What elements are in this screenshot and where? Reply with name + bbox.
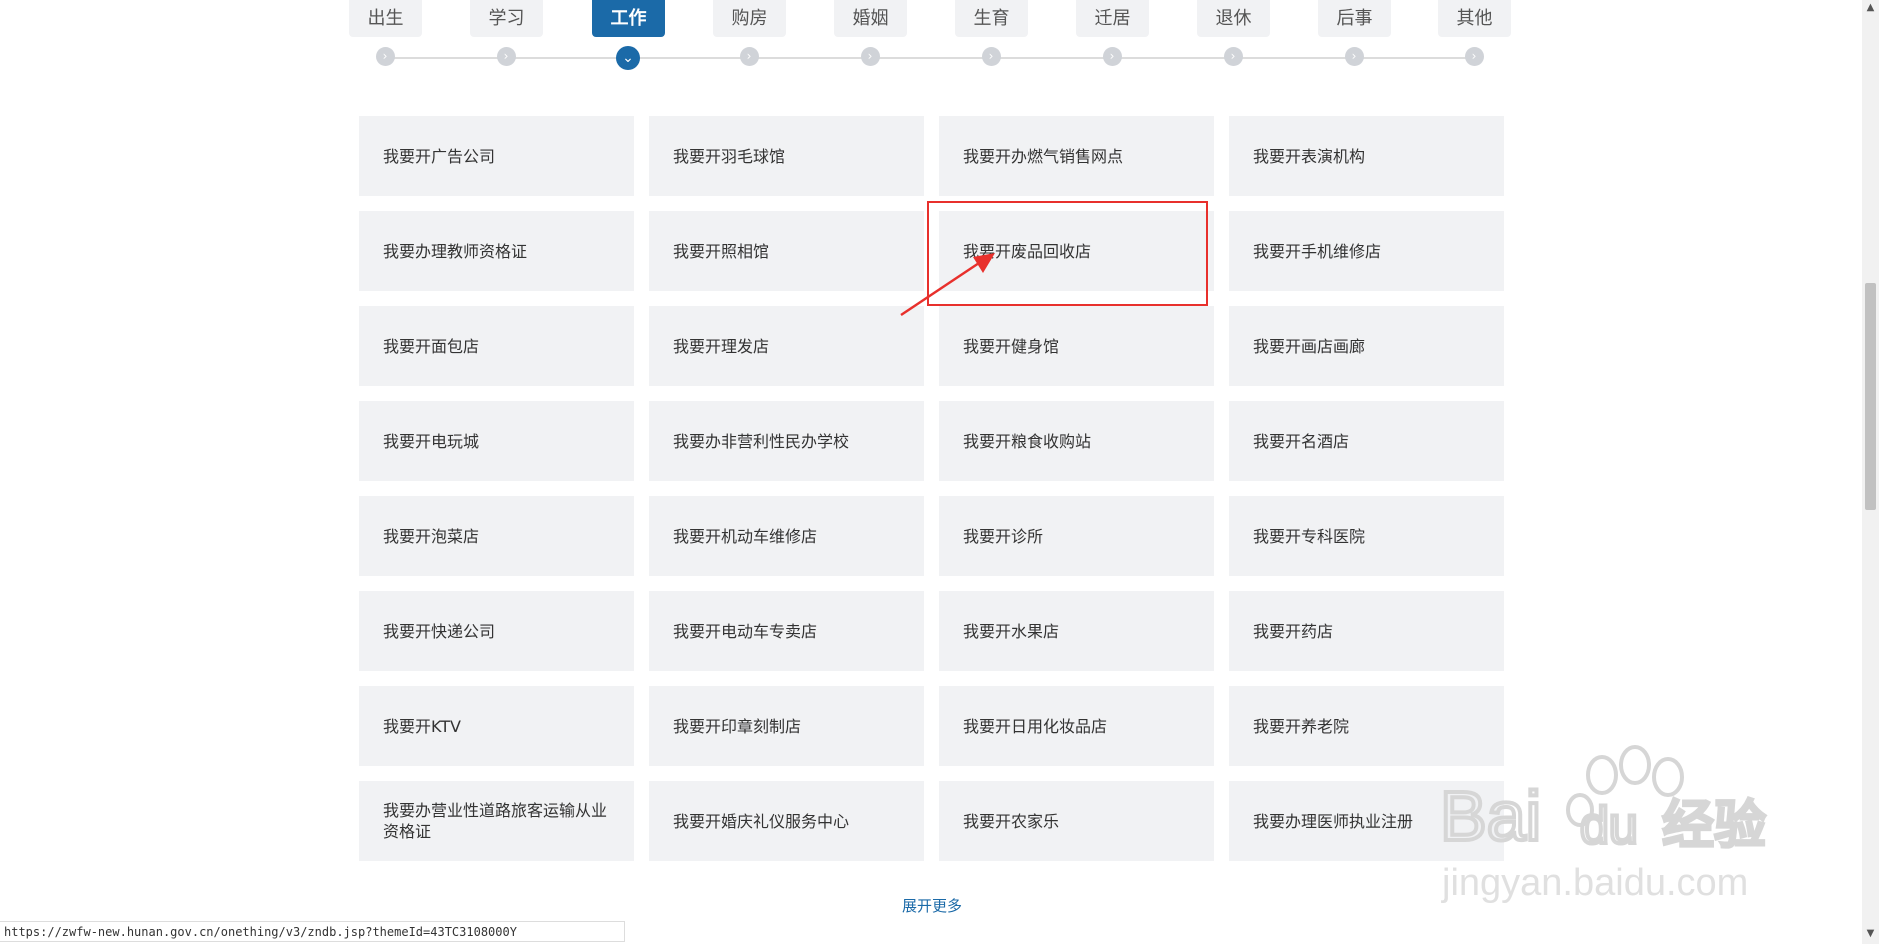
timeline-dot-chevron-right-icon[interactable]: › (1344, 47, 1364, 66)
tab-5[interactable]: 生育 (955, 0, 1028, 37)
timeline-dot-chevron-right-icon[interactable]: › (739, 47, 759, 66)
tab-3[interactable]: 购房 (713, 0, 786, 37)
timeline-dot-chevron-right-icon[interactable]: › (1102, 47, 1122, 66)
scrollbar-thumb[interactable] (1865, 283, 1876, 510)
tab-6[interactable]: 迁居 (1076, 0, 1149, 37)
service-card[interactable]: 我要开专科医院 (1229, 496, 1504, 576)
service-card[interactable]: 我要开画店画廊 (1229, 306, 1504, 386)
service-card[interactable]: 我要开广告公司 (359, 116, 634, 196)
tab-4[interactable]: 婚姻 (834, 0, 907, 37)
timeline-line (386, 57, 1474, 59)
service-card[interactable]: 我要办非营利性民办学校 (649, 401, 924, 481)
service-card[interactable]: 我要开快递公司 (359, 591, 634, 671)
annotation-arrow-icon (900, 253, 995, 317)
service-card[interactable]: 我要开照相馆 (649, 211, 924, 291)
service-card[interactable]: 我要办营业性道路旅客运输从业资格证 (359, 781, 634, 861)
service-card[interactable]: 我要开泡菜店 (359, 496, 634, 576)
service-card[interactable]: 我要开表演机构 (1229, 116, 1504, 196)
status-bar-url: https://zwfw-new.hunan.gov.cn/onething/v… (0, 921, 625, 942)
life-stage-tabs: 出生 学习 工作 购房 婚姻 生育 迁居 退休 后事 其他 (0, 0, 1879, 40)
tab-0[interactable]: 出生 (349, 0, 422, 37)
timeline-dot-chevron-right-icon[interactable]: › (375, 47, 395, 66)
timeline-dot-active-chevron-down-icon[interactable]: ⌄ (616, 46, 640, 70)
service-card[interactable]: 我要开名酒店 (1229, 401, 1504, 481)
timeline-dot-chevron-right-icon[interactable]: › (496, 47, 516, 66)
service-card[interactable]: 我要开印章刻制店 (649, 686, 924, 766)
service-grid: 我要开广告公司 我要开羽毛球馆 我要开办燃气销售网点 我要开表演机构我要办理教师资格证… (359, 116, 1504, 861)
scroll-down-icon[interactable]: ▼ (1865, 928, 1876, 942)
expand-more-link[interactable]: 展开更多 (902, 895, 962, 916)
tab-2[interactable]: 工作 (592, 0, 665, 37)
service-card[interactable]: 我要开电动车专卖店 (649, 591, 924, 671)
service-card[interactable]: 我要开药店 (1229, 591, 1504, 671)
service-card[interactable]: 我要开粮食收购站 (939, 401, 1214, 481)
service-card[interactable]: 我要开水果店 (939, 591, 1214, 671)
tab-8[interactable]: 后事 (1318, 0, 1391, 37)
service-card[interactable]: 我要开KTV (359, 686, 634, 766)
timeline-dot-chevron-right-icon[interactable]: › (1464, 47, 1484, 66)
service-card[interactable]: 我要开办燃气销售网点 (939, 116, 1214, 196)
service-card[interactable]: 我要开理发店 (649, 306, 924, 386)
service-card[interactable]: 我要开婚庆礼仪服务中心 (649, 781, 924, 861)
service-card[interactable]: 我要办理医师执业注册 (1229, 781, 1504, 861)
svg-text:经验: 经验 (1662, 796, 1766, 856)
timeline-dot-chevron-right-icon[interactable]: › (981, 47, 1001, 66)
service-card[interactable]: 我要开面包店 (359, 306, 634, 386)
service-card[interactable]: 我要开机动车维修店 (649, 496, 924, 576)
timeline-dot-chevron-right-icon[interactable]: › (860, 47, 880, 66)
service-card[interactable]: 我要开日用化妆品店 (939, 686, 1214, 766)
svg-text:jingyan.baidu.com: jingyan.baidu.com (1441, 862, 1748, 904)
service-card[interactable]: 我要开手机维修店 (1229, 211, 1504, 291)
service-card[interactable]: 我要开羽毛球馆 (649, 116, 924, 196)
tab-1[interactable]: 学习 (470, 0, 543, 37)
scroll-up-icon[interactable]: ▲ (1865, 2, 1876, 16)
service-card[interactable]: 我要办理教师资格证 (359, 211, 634, 291)
service-card[interactable]: 我要开养老院 (1229, 686, 1504, 766)
service-card[interactable]: 我要开电玩城 (359, 401, 634, 481)
svg-text:du: du (1580, 797, 1638, 855)
timeline-dot-chevron-right-icon[interactable]: › (1223, 47, 1243, 66)
tab-7[interactable]: 退休 (1197, 0, 1270, 37)
service-card[interactable]: 我要开农家乐 (939, 781, 1214, 861)
service-card[interactable]: 我要开诊所 (939, 496, 1214, 576)
tab-9[interactable]: 其他 (1438, 0, 1511, 37)
